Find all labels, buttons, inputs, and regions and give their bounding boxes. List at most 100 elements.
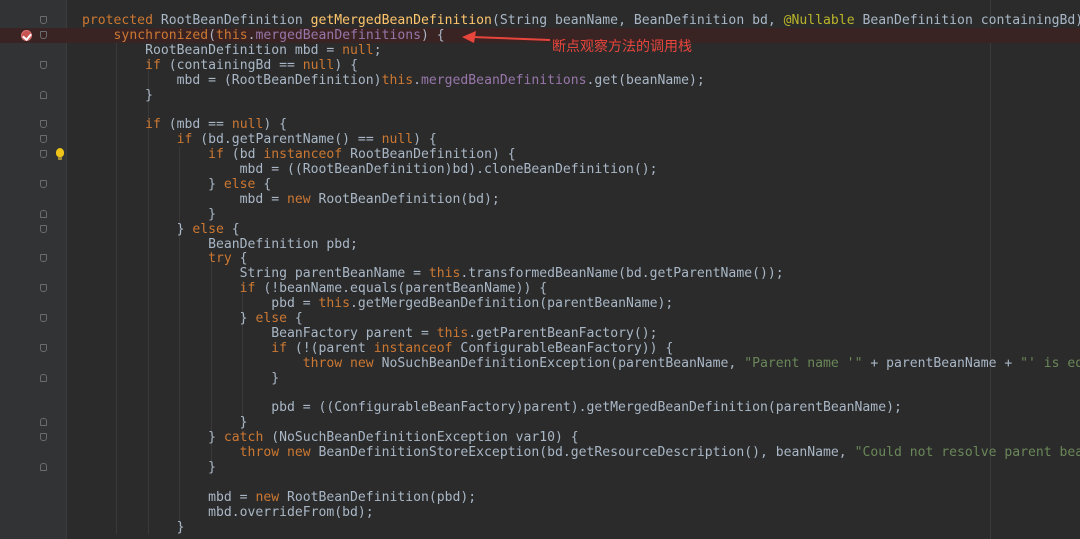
code-text: } [82, 415, 248, 430]
code-text: if (!(parent instanceof ConfigurableBean… [82, 341, 673, 356]
code-token: ) { [413, 132, 437, 148]
code-line[interactable]: mbd.overrideFrom(bd); [0, 505, 1080, 520]
code-token: "Could not resolve parent bean [854, 445, 1080, 461]
code-token: pbd = ((ConfigurableBeanFactory)parent).… [82, 400, 902, 416]
code-token: (containingBd == [160, 57, 303, 73]
code-line[interactable]: try { [0, 251, 1080, 266]
code-token: String parentBeanName = [82, 266, 429, 282]
lightbulb-icon[interactable] [56, 148, 64, 161]
fold-marker-icon[interactable] [40, 284, 47, 293]
code-line[interactable]: if (bd instanceof RootBeanDefinition) { [0, 147, 1080, 162]
code-token: ) { [334, 57, 358, 73]
code-line[interactable]: } [0, 88, 1080, 103]
code-text: throw new BeanDefinitionStoreException(b… [82, 445, 1080, 460]
code-line[interactable] [0, 102, 1080, 117]
code-token: } [82, 221, 193, 237]
code-line[interactable]: } [0, 371, 1080, 386]
code-token: } [82, 87, 153, 103]
code-token: } [82, 430, 224, 446]
code-token: else [223, 176, 256, 192]
fold-marker-icon[interactable] [40, 314, 47, 322]
code-editor[interactable]: protected RootBeanDefinition getMergedBe… [0, 0, 1080, 539]
code-line[interactable]: } [0, 460, 1080, 475]
code-text: protected RootBeanDefinition getMergedBe… [82, 13, 1080, 28]
code-text: pbd = ((ConfigurableBeanFactory)parent).… [82, 400, 902, 415]
fold-marker-icon[interactable] [40, 418, 47, 427]
code-text: } [82, 371, 279, 386]
code-token: { [223, 221, 240, 237]
code-token: @Nullable [783, 13, 855, 28]
code-text: } catch (NoSuchBeanDefinitionException v… [82, 430, 579, 445]
code-token: } [82, 519, 185, 535]
code-token: if [145, 57, 161, 73]
fold-marker-icon[interactable] [40, 60, 47, 69]
code-line[interactable]: } else { [0, 222, 1080, 237]
code-line[interactable]: mbd = (RootBeanDefinition)this.mergedBea… [0, 73, 1080, 88]
code-token: (mbd == [160, 117, 232, 133]
code-line[interactable]: BeanDefinition pbd; [0, 237, 1080, 252]
code-token: RootBeanDefinition) { [342, 147, 516, 163]
code-line[interactable]: } [0, 415, 1080, 430]
code-line[interactable]: protected RootBeanDefinition getMergedBe… [0, 13, 1080, 28]
code-token: pbd = [82, 296, 319, 312]
fold-marker-icon[interactable] [40, 209, 47, 218]
code-token: null [231, 117, 264, 133]
fold-marker-icon[interactable] [40, 179, 47, 188]
code-token: instanceof [263, 147, 343, 163]
fold-marker-icon[interactable] [40, 343, 47, 352]
code-token: protected [82, 13, 161, 28]
code-line[interactable]: if (mbd == null) { [0, 117, 1080, 132]
code-line[interactable]: } else { [0, 177, 1080, 192]
fold-marker-icon[interactable] [40, 90, 47, 99]
breakpoint-icon[interactable] [21, 29, 32, 41]
code-line[interactable]: } [0, 207, 1080, 222]
code-token: null [302, 57, 335, 73]
code-line[interactable]: throw new BeanDefinitionStoreException(b… [0, 445, 1080, 460]
code-line[interactable]: pbd = ((ConfigurableBeanFactory)parent).… [0, 400, 1080, 415]
code-token: if [208, 147, 224, 163]
code-line[interactable]: } else { [0, 311, 1080, 326]
fold-marker-icon[interactable] [40, 224, 47, 233]
fold-marker-icon[interactable] [40, 373, 47, 382]
fold-marker-icon[interactable] [40, 254, 47, 263]
code-line[interactable]: throw new NoSuchBeanDefinitionException(… [0, 356, 1080, 371]
code-line[interactable]: if (!(parent instanceof ConfigurableBean… [0, 341, 1080, 356]
fold-marker-icon[interactable] [40, 135, 47, 144]
code-text: } [82, 519, 185, 535]
fold-marker-icon[interactable] [40, 16, 47, 24]
code-token: else [192, 221, 224, 237]
code-line[interactable]: } catch (NoSuchBeanDefinitionException v… [0, 430, 1080, 445]
annotation-label: 断点观察方法的调用栈 [552, 39, 692, 55]
code-token: { [255, 176, 272, 192]
code-line[interactable]: BeanFactory parent = this.getParentBeanF… [0, 326, 1080, 341]
code-line[interactable]: mbd = new RootBeanDefinition(bd); [0, 192, 1080, 207]
fold-marker-icon[interactable] [40, 463, 47, 471]
fold-marker-icon[interactable] [40, 120, 47, 129]
code-line[interactable]: mbd = new RootBeanDefinition(pbd); [0, 490, 1080, 505]
code-token: synchronized [113, 27, 209, 43]
fold-marker-icon[interactable] [40, 433, 47, 442]
code-line[interactable] [0, 386, 1080, 401]
code-token: new [255, 489, 280, 505]
code-line[interactable]: if (!beanName.equals(parentBeanName)) { [0, 281, 1080, 296]
code-line[interactable] [0, 475, 1080, 490]
code-line[interactable]: } [0, 520, 1080, 535]
code-token: catch [223, 430, 264, 446]
code-line[interactable]: if (containingBd == null) { [0, 58, 1080, 73]
code-text: } [82, 460, 216, 475]
code-line[interactable]: pbd = this.getMergedBeanDefinition(paren… [0, 296, 1080, 311]
code-line[interactable]: mbd = ((RootBeanDefinition)bd).cloneBean… [0, 162, 1080, 177]
code-token: NoSuchBeanDefinitionException(parentBean… [373, 355, 745, 371]
code-token: throw new [302, 355, 374, 371]
code-token: this [428, 266, 461, 282]
code-line[interactable]: if (bd.getParentName() == null) { [0, 132, 1080, 147]
fold-marker-icon[interactable] [40, 150, 47, 159]
code-token: this [381, 72, 414, 88]
fold-marker-icon[interactable] [40, 30, 47, 39]
code-token: (NoSuchBeanDefinitionException var10) { [263, 430, 579, 446]
code-token: if [239, 281, 256, 297]
code-text: mbd = new RootBeanDefinition(pbd); [82, 490, 476, 505]
code-line[interactable]: String parentBeanName = this.transformed… [0, 266, 1080, 281]
